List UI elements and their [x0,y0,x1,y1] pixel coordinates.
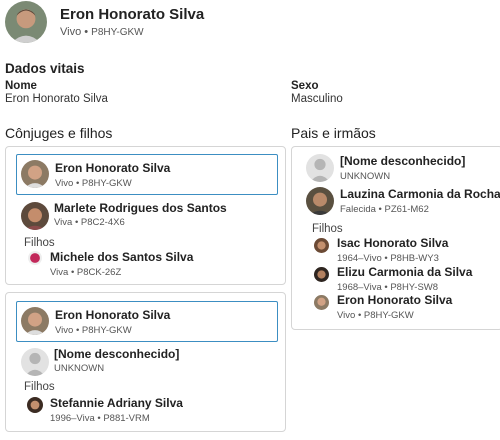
sibling-name[interactable]: Eron Honorato Silva [337,293,452,307]
profile-meta-separator: • [81,26,92,38]
family-self-card[interactable]: Eron Honorato Silva Vivo • P8HY-GKW [16,154,278,195]
person-avatar [21,307,49,335]
sibling-name[interactable]: Elizu Carmonia da Silva [337,265,472,279]
profile-status: Vivo [60,26,82,38]
person-avatar [21,160,49,188]
parents-panel: [Nome desconhecido] UNKNOWN Lauzina Carm… [291,146,500,330]
sex-label: Sexo [291,80,319,92]
profile-pid: P8HY-GKW [91,27,144,38]
person-meta: Vivo • P8HY-GKW [55,325,132,336]
child-avatar [28,251,42,265]
family-panel: Eron Honorato Silva Vivo • P8HY-GKW Marl… [5,146,286,285]
sibling-avatar [314,238,329,253]
mother-avatar [306,187,334,215]
father-name[interactable]: [Nome desconhecido] [340,154,465,168]
sibling-meta: 1964–Vivo • P8HB-WY3 [337,253,439,264]
person-name[interactable]: Eron Honorato Silva [55,308,170,322]
sex-value: Masculino [291,93,343,105]
person-name[interactable]: Eron Honorato Silva [55,161,170,175]
spouse-avatar [21,202,49,230]
child-avatar [27,397,43,413]
sibling-name[interactable]: Isac Honorato Silva [337,236,448,250]
child-meta: 1996–Viva • P881-VRM [50,413,150,424]
father-meta: UNKNOWN [340,171,391,182]
spouse-meta: Viva • P8C2-4X6 [54,217,125,228]
children-label: Filhos [24,381,55,393]
profile-avatar [5,1,47,43]
parents-siblings-heading: Pais e irmãos [291,125,376,141]
spouses-children-heading: Cônjuges e filhos [5,125,113,141]
sibling-meta: 1968–Viva • P8HY-SW8 [337,282,439,293]
child-meta: Viva • P8CK-26Z [50,267,122,278]
profile-name: Eron Honorato Silva [60,6,205,23]
child-name[interactable]: Stefannie Adriany Silva [50,396,183,410]
sibling-avatar [314,267,329,282]
family-self-card[interactable]: Eron Honorato Silva Vivo • P8HY-GKW [16,301,278,342]
name-label: Nome [5,80,37,92]
spouse-meta: UNKNOWN [54,363,105,374]
child-name[interactable]: Michele dos Santos Silva [50,250,193,264]
person-meta: Vivo • P8HY-GKW [55,178,132,189]
spouse-name[interactable]: [Nome desconhecido] [54,347,179,361]
mother-meta: Falecida • PZ61-M62 [340,204,429,215]
spouse-name[interactable]: Marlete Rodrigues dos Santos [54,201,227,215]
family-panel: Eron Honorato Silva Vivo • P8HY-GKW [Nom… [5,292,286,432]
unknown-person-avatar [21,348,49,376]
profile-meta: Vivo • P8HY-GKW [60,26,144,38]
siblings-label: Filhos [312,223,343,235]
sibling-meta: Vivo • P8HY-GKW [337,310,414,321]
unknown-person-avatar [306,154,334,182]
sibling-avatar [314,295,329,310]
name-value: Eron Honorato Silva [5,93,108,105]
mother-name[interactable]: Lauzina Carmonia da Rocha [340,187,500,201]
vitals-title: Dados vitais [5,61,85,76]
children-label: Filhos [24,237,55,249]
